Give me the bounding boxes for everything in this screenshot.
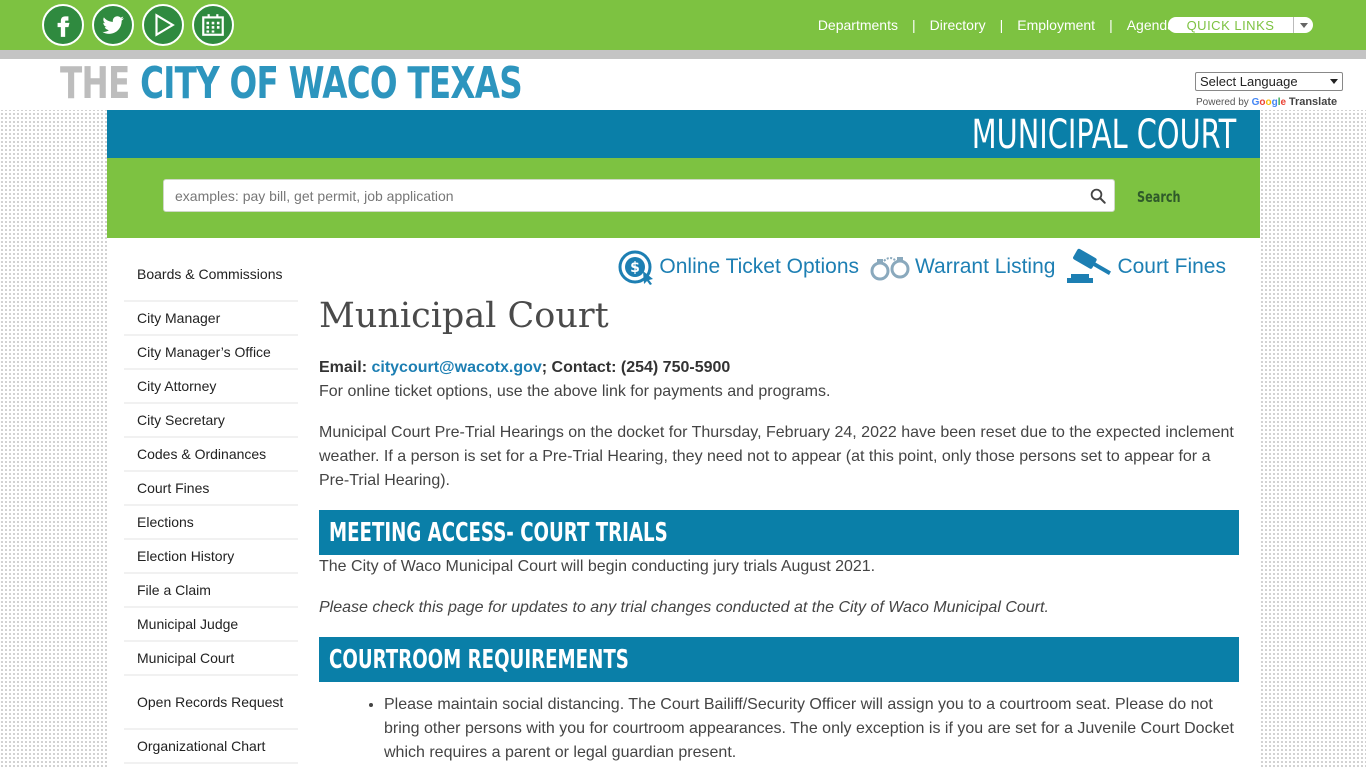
sidebar-item-boards[interactable]: Boards & Commissions — [124, 248, 298, 302]
sidebar-item-court-fines[interactable]: Court Fines — [124, 472, 298, 506]
sidebar-item-open-records[interactable]: Open Records Request — [124, 676, 298, 730]
email-label: Email: — [319, 359, 368, 376]
search-bar: Search — [107, 158, 1260, 238]
contact-line: Email: citycourt@wacotx.gov; Contact: (2… — [319, 356, 1239, 380]
trials-text: The City of Waco Municipal Court will be… — [319, 558, 876, 575]
sidebar-item-city-manager[interactable]: City Manager — [124, 302, 298, 336]
chevron-down-icon — [1293, 17, 1313, 33]
requirements-list: Please maintain social distancing. The C… — [319, 693, 1239, 765]
court-fines-link[interactable]: Court Fines — [1065, 248, 1226, 286]
email-link[interactable]: citycourt@wacotx.gov — [371, 359, 541, 376]
trials-note: Please check this page for updates to an… — [319, 599, 1049, 616]
payment-icon: $ — [618, 250, 654, 285]
powered-by-google: Powered by Google Translate — [1196, 96, 1337, 108]
sidebar-item-codes[interactable]: Codes & Ordinances — [124, 438, 298, 472]
weather-notice: Municipal Court Pre-Trial Hearings on th… — [319, 424, 1234, 489]
gavel-icon — [1067, 248, 1112, 283]
quick-links-dropdown[interactable]: QUICK LINKS — [1168, 17, 1313, 33]
sidebar-item-municipal-court[interactable]: Municipal Court — [124, 642, 298, 676]
sidebar-item-municipal-judge[interactable]: Municipal Judge — [124, 608, 298, 642]
search-icon[interactable] — [1089, 187, 1107, 205]
warrant-listing-label: Warrant Listing — [915, 255, 1056, 278]
google-logo[interactable]: Google — [1252, 97, 1286, 108]
calendar-icon — [202, 14, 224, 36]
contact-phone: ; Contact: (254) 750-5900 — [541, 359, 731, 376]
translate-link[interactable]: Translate — [1289, 96, 1337, 108]
sidebar-item-city-secretary[interactable]: City Secretary — [124, 404, 298, 438]
logo-city: CITY OF WACO TEXAS — [140, 58, 523, 109]
warrant-listing-link[interactable]: Warrant Listing — [869, 249, 1055, 285]
facebook-button[interactable] — [42, 4, 84, 46]
video-button[interactable] — [142, 4, 184, 46]
online-ticket-label: Online Ticket Options — [659, 255, 860, 278]
banner-title: MUNICIPAL COURT — [971, 112, 1236, 158]
online-ticket-link[interactable]: $ Online Ticket Options — [617, 249, 859, 285]
department-banner: MUNICIPAL COURT — [107, 110, 1260, 158]
chevron-down-icon — [1330, 79, 1338, 84]
svg-text:$: $ — [631, 260, 641, 276]
logo-the: THE — [60, 58, 130, 109]
social-links — [42, 4, 234, 46]
section-heading-text: Courtroom Requirements — [329, 644, 629, 675]
sidebar-item-org-chart[interactable]: Organizational Chart — [124, 730, 298, 764]
court-fines-label: Court Fines — [1117, 255, 1226, 278]
sidebar-item-city-attorney[interactable]: City Attorney — [124, 370, 298, 404]
main-content: Municipal Court Email: citycourt@wacotx.… — [319, 296, 1239, 765]
sidebar-item-elections[interactable]: Elections — [124, 506, 298, 540]
sidebar-item-file-claim[interactable]: File a Claim — [124, 574, 298, 608]
page-title: Municipal Court — [319, 296, 609, 336]
section-heading-text: Meeting Access- Court Trials — [329, 517, 668, 548]
search-input[interactable] — [163, 179, 1115, 212]
online-note: For online ticket options, use the above… — [319, 383, 831, 400]
calendar-button[interactable] — [192, 4, 234, 46]
facebook-icon — [57, 16, 70, 37]
sidebar-item-election-history[interactable]: Election History — [124, 540, 298, 574]
search-button[interactable]: Search — [1137, 186, 1182, 208]
list-item: Please maintain social distancing. The C… — [384, 693, 1239, 765]
section-heading-court-trials: Meeting Access- Court Trials — [319, 510, 1239, 555]
top-bar: Departments | Directory | Employment | A… — [0, 0, 1366, 50]
section-heading-courtroom-requirements: Courtroom Requirements — [319, 637, 1239, 682]
nav-employment[interactable]: Employment — [1003, 17, 1109, 33]
language-select[interactable]: Select Language — [1195, 72, 1343, 91]
top-nav: Departments | Directory | Employment | A… — [804, 0, 1196, 50]
city-logo[interactable]: THE CITY OF WACO TEXAS — [60, 58, 523, 110]
twitter-button[interactable] — [92, 4, 134, 46]
play-icon — [155, 13, 175, 37]
nav-departments[interactable]: Departments — [804, 17, 912, 33]
quick-icon-links: $ Online Ticket Options Warrant Listing — [607, 248, 1226, 286]
powered-by-label: Powered by — [1196, 97, 1249, 108]
nav-directory[interactable]: Directory — [916, 17, 1000, 33]
twitter-icon — [102, 16, 124, 34]
sidebar-item-city-managers-office[interactable]: City Manager’s Office — [124, 336, 298, 370]
main-container: MUNICIPAL COURT Search Boards & Commissi… — [107, 110, 1260, 768]
sidebar: Boards & Commissions City Manager City M… — [124, 248, 298, 764]
quick-links-label: QUICK LINKS — [1186, 17, 1275, 33]
handcuffs-icon — [870, 257, 910, 281]
language-select-value: Select Language — [1200, 74, 1298, 89]
